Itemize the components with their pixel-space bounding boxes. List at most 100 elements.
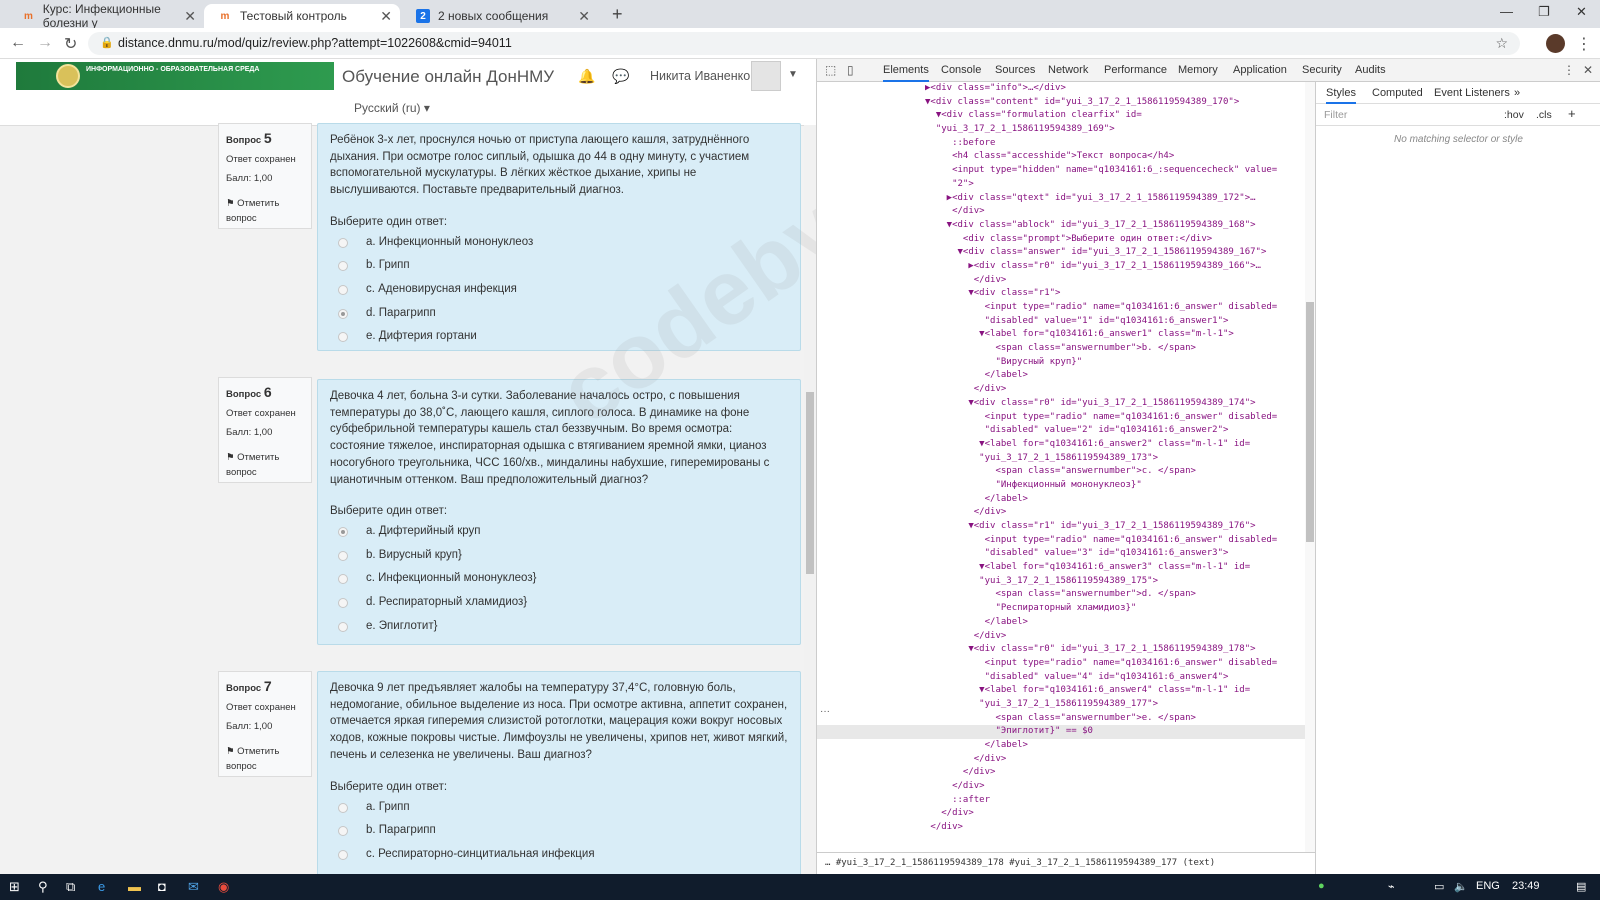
dom-node-line[interactable]: </div> <box>817 630 1305 644</box>
hover-state-toggle[interactable]: :hov <box>1504 109 1524 121</box>
dom-node-line[interactable]: </label> <box>817 493 1305 507</box>
dom-node-line[interactable]: <span class="answernumber">b. </span> <box>817 342 1305 356</box>
radio-button[interactable] <box>338 285 348 295</box>
answer-option[interactable]: a. Дифтерийный круп <box>330 520 788 544</box>
profile-avatar-icon[interactable] <box>1546 34 1565 53</box>
answer-option[interactable]: c. Инфекционный мононуклеоз} <box>330 567 788 591</box>
site-logo[interactable]: ИНФОРМАЦИОННО - ОБРАЗОВАТЕЛЬНАЯ СРЕДА <box>16 62 334 90</box>
search-icon[interactable]: ⚲ <box>38 879 48 895</box>
dom-node-line[interactable]: </label> <box>817 369 1305 383</box>
radio-button[interactable] <box>338 261 348 272</box>
answer-option[interactable]: c. Респираторно-синцитиальная инфекция <box>330 843 788 867</box>
answer-option[interactable]: a. Грипп <box>330 796 788 820</box>
dom-node-line[interactable]: "disabled" value="3" id="q1034161:6_answ… <box>817 547 1305 561</box>
devtools-tab-security[interactable]: Security <box>1302 64 1342 76</box>
event-listeners-tab[interactable]: Event Listeners <box>1434 87 1510 99</box>
computed-tab[interactable]: Computed <box>1372 87 1423 99</box>
dom-node-line[interactable]: "Вирусный круп}" <box>817 356 1305 370</box>
user-menu-caret-icon[interactable]: ▼ <box>788 69 798 80</box>
device-toolbar-icon[interactable]: ▯ <box>847 63 854 77</box>
browser-menu-icon[interactable]: ⋮ <box>1576 34 1592 54</box>
devtools-tab-application[interactable]: Application <box>1233 64 1287 76</box>
dom-node-line[interactable]: ▼<label for="q1034161:6_answer1" class="… <box>817 328 1305 342</box>
answer-option[interactable]: e. Эпиглотит} <box>330 615 788 639</box>
dom-node-line[interactable]: "Инфекционный мононуклеоз}" <box>817 479 1305 493</box>
reload-icon[interactable]: ↻ <box>64 34 77 54</box>
address-bar[interactable]: 🔒 distance.dnmu.ru/mod/quiz/review.php?a… <box>88 32 1520 55</box>
devtools-tab-performance[interactable]: Performance <box>1104 64 1167 76</box>
dom-node-line[interactable]: <input type="radio" name="q1034161:6_ans… <box>817 534 1305 548</box>
keyboard-language[interactable]: ENG <box>1476 880 1500 892</box>
dom-node-line[interactable]: ▶<div class="r0" id="yui_3_17_2_1_158611… <box>817 260 1305 274</box>
dom-node-line[interactable]: ▼<div class="content" id="yui_3_17_2_1_1… <box>817 96 1305 110</box>
windows-start-icon[interactable]: ⊞ <box>9 879 20 895</box>
dom-node-line[interactable]: </div> <box>817 506 1305 520</box>
radio-button[interactable] <box>338 332 348 343</box>
close-tab-icon[interactable]: ✕ <box>380 8 392 25</box>
dom-tree[interactable]: ▶<div class="info">…</div> ▼<div class="c… <box>817 82 1305 852</box>
radio-button[interactable] <box>338 621 348 632</box>
tray-icon[interactable]: ● <box>1318 880 1325 892</box>
close-tab-icon[interactable]: ✕ <box>184 8 196 25</box>
dom-node-line[interactable]: ▼<div class="r1" id="yui_3_17_2_1_158611… <box>817 520 1305 534</box>
dom-node-line[interactable]: "disabled" value="1" id="q1034161:6_answ… <box>817 315 1305 329</box>
file-explorer-icon[interactable]: ▬ <box>128 879 141 894</box>
language-selector[interactable]: Русский (ru) ▾ <box>354 101 430 115</box>
dom-node-line[interactable]: "yui_3_17_2_1_1586119594389_169"> <box>817 123 1305 137</box>
task-view-icon[interactable]: ⧉ <box>66 879 75 895</box>
dom-node-line[interactable]: "yui_3_17_2_1_1586119594389_177"> <box>817 698 1305 712</box>
dom-node-line[interactable]: ▼<div class="answer" id="yui_3_17_2_1_15… <box>817 246 1305 260</box>
dom-node-line[interactable]: ▼<div class="r0" id="yui_3_17_2_1_158611… <box>817 643 1305 657</box>
dom-node-line[interactable]: "Эпиглотит}" == $0 <box>817 725 1305 739</box>
user-name[interactable]: Никита Иваненко <box>650 69 750 83</box>
browser-tab-quiz[interactable]: m Тестовый контроль ✕ <box>204 4 400 28</box>
messages-icon[interactable]: 💬 <box>612 68 629 85</box>
restore-button[interactable]: ❐ <box>1538 4 1550 20</box>
dom-node-line[interactable]: </div> <box>817 383 1305 397</box>
devtools-tab-sources[interactable]: Sources <box>995 64 1035 76</box>
site-name[interactable]: Обучение онлайн ДонНМУ <box>342 67 554 87</box>
dom-node-line[interactable]: </label> <box>817 616 1305 630</box>
dom-tree-scrollbar[interactable] <box>1305 82 1315 852</box>
answer-option[interactable]: b. Парагрипп <box>330 819 788 843</box>
radio-button[interactable] <box>338 849 348 860</box>
dom-node-line[interactable]: "2"> <box>817 178 1305 192</box>
close-tab-icon[interactable]: ✕ <box>578 8 590 25</box>
devtools-tab-console[interactable]: Console <box>941 64 981 76</box>
dom-node-line[interactable]: ▼<div class="formulation clearfix" id= <box>817 109 1305 123</box>
back-icon[interactable]: ← <box>10 34 26 52</box>
dom-node-line[interactable]: </label> <box>817 739 1305 753</box>
scrollbar-thumb[interactable] <box>806 392 814 574</box>
dom-node-line[interactable]: ▶<div class="qtext" id="yui_3_17_2_1_158… <box>817 192 1305 206</box>
forward-icon[interactable]: → <box>37 34 53 52</box>
radio-button[interactable] <box>338 802 348 813</box>
dom-node-line[interactable]: ▼<label for="q1034161:6_answer4" class="… <box>817 684 1305 698</box>
radio-button[interactable] <box>338 237 348 248</box>
flag-question-link[interactable]: ⚑ Отметить вопрос <box>226 196 304 226</box>
flag-question-link[interactable]: ⚑ Отметить вопрос <box>226 744 304 774</box>
dom-node-line[interactable]: </div> <box>817 753 1305 767</box>
class-toggle[interactable]: .cls <box>1536 109 1552 121</box>
more-tabs-icon[interactable]: » <box>1514 87 1520 99</box>
volume-icon[interactable]: 🔈 <box>1454 880 1468 893</box>
devtools-tab-network[interactable]: Network <box>1048 64 1088 76</box>
radio-button[interactable] <box>338 550 348 561</box>
chrome-icon[interactable]: ◉ <box>218 879 229 895</box>
dom-node-line[interactable]: <input type="hidden" name="q1034161:6_:s… <box>817 164 1305 178</box>
edge-icon[interactable]: e <box>98 879 105 894</box>
browser-tab-course[interactable]: m Курс: Инфекционные болезни у ✕ <box>8 2 204 30</box>
dom-node-line[interactable]: </div> <box>817 766 1305 780</box>
answer-option[interactable]: b. Вирусный круп} <box>330 544 788 568</box>
dom-node-line[interactable]: <input type="radio" name="q1034161:6_ans… <box>817 301 1305 315</box>
dom-node-line[interactable]: </div> <box>817 205 1305 219</box>
store-icon[interactable]: ◘ <box>158 879 166 894</box>
notifications-bell-icon[interactable]: 🔔 <box>578 68 595 85</box>
clock[interactable]: 23:49 <box>1512 880 1540 892</box>
devtools-tab-audits[interactable]: Audits <box>1355 64 1386 76</box>
devtools-menu-icon[interactable]: ⋮ <box>1563 63 1575 77</box>
new-tab-button[interactable]: + <box>612 4 623 25</box>
close-window-button[interactable]: ✕ <box>1576 4 1587 20</box>
dom-node-line[interactable]: <span class="answernumber">c. </span> <box>817 465 1305 479</box>
dom-node-line[interactable]: </div> <box>817 780 1305 794</box>
radio-button-selected[interactable] <box>338 527 348 538</box>
